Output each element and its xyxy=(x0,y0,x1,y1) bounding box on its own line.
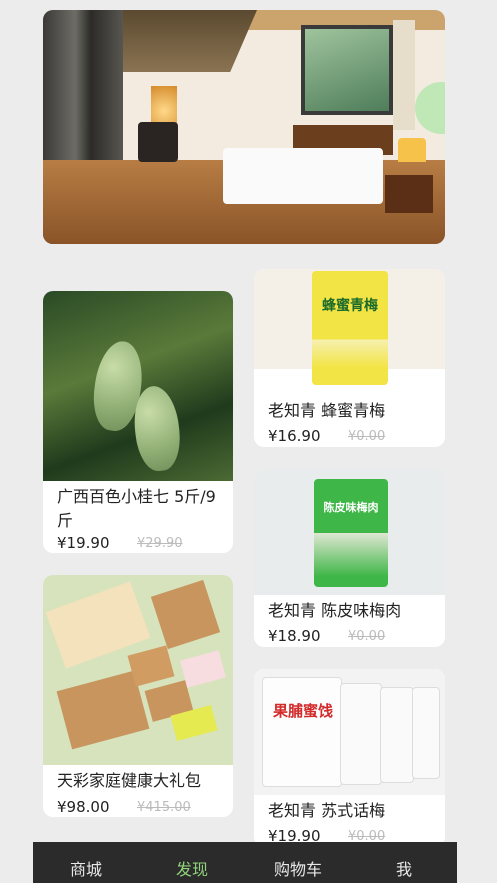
package: 陈皮味梅肉 xyxy=(314,479,388,587)
bottom-tab-bar: 商城 发现 购物车 我 xyxy=(33,842,457,883)
product-price: ¥16.90 xyxy=(268,427,321,445)
product-image xyxy=(43,291,233,481)
product-price: ¥98.00 xyxy=(57,798,110,816)
mango-fruit xyxy=(130,383,184,474)
window xyxy=(301,25,393,115)
package xyxy=(412,687,440,779)
package: 蜂蜜青梅 xyxy=(312,271,388,385)
table-lamp xyxy=(398,138,426,162)
package-label: 蜂蜜青梅 xyxy=(322,298,378,314)
product-old-price: ¥0.00 xyxy=(348,629,386,644)
product-name: 老知青 蜂蜜青梅 xyxy=(268,401,386,420)
gift-card xyxy=(180,650,226,688)
discover-screen: 广西百色小桂七 5斤/9斤 ¥19.90 ¥29.90 天彩家庭健康大礼包 ¥9… xyxy=(33,0,457,883)
package-label: 陈皮味梅肉 xyxy=(323,501,379,514)
tab-mall[interactable]: 商城 xyxy=(33,842,139,883)
product-image xyxy=(43,575,233,765)
gift-box xyxy=(150,579,221,650)
product-card-honey-plum[interactable]: 蜂蜜青梅 老知青 蜂蜜青梅 ¥16.90 ¥0.00 xyxy=(254,269,445,447)
product-name: 天彩家庭健康大礼包 xyxy=(57,771,202,790)
bedside-table xyxy=(385,175,433,213)
tab-cart[interactable]: 购物车 xyxy=(245,842,351,883)
armchair xyxy=(138,122,178,162)
product-card-mango[interactable]: 广西百色小桂七 5斤/9斤 ¥19.90 ¥29.90 xyxy=(43,291,233,553)
product-image: 陈皮味梅肉 xyxy=(254,469,445,595)
product-old-price: ¥415.00 xyxy=(137,800,191,815)
tab-discover[interactable]: 发现 xyxy=(139,842,245,883)
package xyxy=(340,683,382,785)
product-card-suzhou-plum[interactable]: 果脯蜜饯 老知青 苏式话梅 ¥19.90 ¥0.00 xyxy=(254,669,445,847)
product-old-price: ¥0.00 xyxy=(348,429,386,444)
curtain xyxy=(393,20,415,130)
product-image: 蜂蜜青梅 xyxy=(254,269,445,385)
product-price: ¥19.90 xyxy=(57,534,110,552)
product-name: 广西百色小桂七 5斤/9斤 xyxy=(57,487,216,530)
product-old-price: ¥29.90 xyxy=(137,536,183,551)
bed xyxy=(223,148,383,204)
product-name: 老知青 陈皮味梅肉 xyxy=(268,601,402,620)
product-card-chenpi-plum[interactable]: 陈皮味梅肉 老知青 陈皮味梅肉 ¥18.90 ¥0.00 xyxy=(254,469,445,647)
product-name: 老知青 苏式话梅 xyxy=(268,801,386,820)
product-image: 果脯蜜饯 xyxy=(254,669,445,795)
package: 果脯蜜饯 xyxy=(262,677,342,787)
package-label: 果脯蜜饯 xyxy=(272,702,333,720)
tab-me[interactable]: 我 xyxy=(351,842,457,883)
product-price: ¥18.90 xyxy=(268,627,321,645)
product-card-giftbox[interactable]: 天彩家庭健康大礼包 ¥98.00 ¥415.00 xyxy=(43,575,233,817)
package xyxy=(380,687,414,783)
banner-image[interactable] xyxy=(43,10,445,244)
gift-box xyxy=(127,645,175,687)
